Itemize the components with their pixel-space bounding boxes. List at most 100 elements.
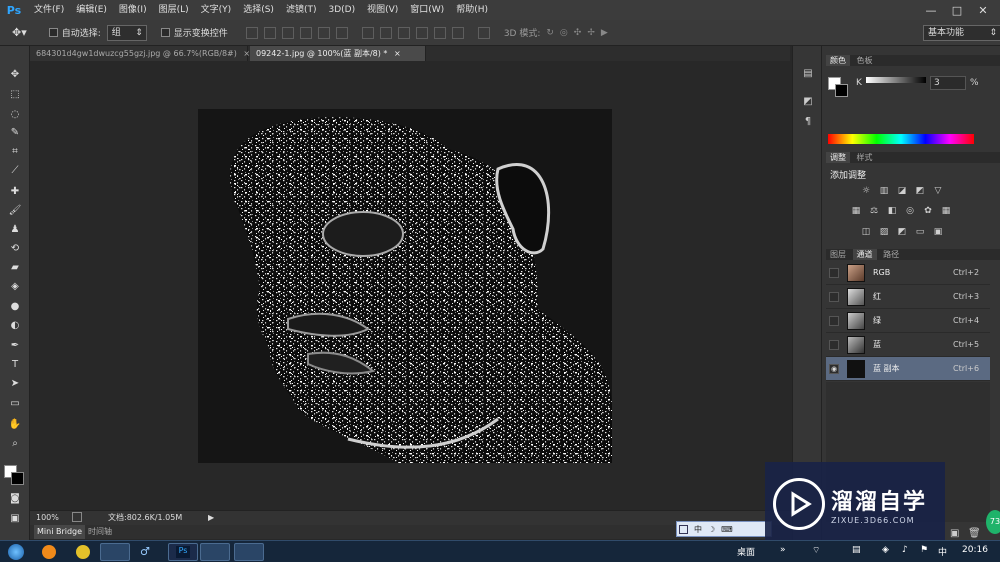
tab-layers[interactable]: 图层 — [826, 249, 850, 260]
zoom-level[interactable]: 100% — [36, 511, 59, 525]
type-tool-icon[interactable]: T — [4, 356, 26, 372]
k-value-input[interactable]: 3 — [930, 76, 966, 90]
distribute-bottom-icon[interactable] — [397, 26, 410, 39]
menu-select[interactable]: 选择(S) — [237, 0, 280, 20]
tab-color[interactable]: 颜色 — [826, 55, 850, 66]
eyedropper-tool-icon[interactable]: ⟋ — [4, 162, 26, 178]
marquee-tool-icon[interactable]: ⬚ — [4, 86, 26, 102]
k-slider[interactable] — [866, 77, 926, 83]
hue-saturation-icon[interactable]: ▦ — [850, 206, 862, 216]
channel-row-rgb[interactable]: RGB Ctrl+2 — [826, 261, 990, 285]
crop-tool-icon[interactable]: ⌗ — [4, 143, 26, 159]
distribute-vcenter-icon[interactable] — [379, 26, 392, 39]
channel-row-blue-copy[interactable]: ◉ 蓝 副本 Ctrl+6 — [826, 357, 990, 381]
notification-badge[interactable]: 73 — [986, 510, 1000, 534]
screen-mode-icon[interactable]: ▣ — [4, 510, 26, 526]
3d-rotate-icon[interactable]: ↻ — [546, 28, 554, 38]
quick-mask-icon[interactable]: ◙ — [4, 490, 26, 506]
background-color-swatch[interactable] — [835, 84, 848, 97]
stamp-tool-icon[interactable]: ♟ — [4, 221, 26, 237]
align-left-icon[interactable] — [299, 26, 312, 39]
zoom-tool-icon[interactable]: ⌕ — [4, 435, 26, 451]
photo-filter-icon[interactable]: ◎ — [904, 206, 916, 216]
desktop-label[interactable]: 桌面 — [737, 545, 755, 558]
align-vcenter-icon[interactable] — [263, 26, 276, 39]
3d-pan-icon[interactable]: ✣ — [574, 28, 582, 38]
hand-tool-icon[interactable]: ✋ — [4, 416, 26, 432]
menu-edit[interactable]: 编辑(E) — [70, 0, 113, 20]
paragraph-panel-icon[interactable]: ¶ — [801, 116, 815, 128]
distribute-right-icon[interactable] — [451, 26, 464, 39]
invert-icon[interactable]: ◫ — [860, 227, 872, 237]
quick-select-tool-icon[interactable]: ✎ — [4, 124, 26, 140]
lasso-tool-icon[interactable]: ◌ — [4, 106, 26, 122]
paint-bucket-tool-icon[interactable]: ◈ — [4, 278, 26, 294]
gradient-map-icon[interactable]: ▭ — [914, 227, 926, 237]
tab-channels[interactable]: 通道 — [852, 249, 877, 260]
selective-color-icon[interactable]: ▣ — [932, 227, 944, 237]
brightness-icon[interactable]: ☼ — [860, 186, 872, 196]
chrome-icon[interactable] — [76, 545, 90, 559]
menu-layer[interactable]: 图层(L) — [153, 0, 195, 20]
tray-arrow-icon[interactable]: » — [780, 545, 786, 555]
ime-mode-chinese[interactable]: 中 — [694, 524, 702, 535]
posterize-icon[interactable]: ▨ — [878, 227, 890, 237]
taskbar-photoshop[interactable]: Ps — [168, 543, 198, 561]
visibility-toggle[interactable] — [829, 339, 839, 350]
pen-tool-icon[interactable]: ✒ — [4, 337, 26, 353]
brush-tool-icon[interactable]: 🖌 — [4, 202, 26, 218]
taskbar-app-green[interactable] — [100, 543, 130, 561]
color-lookup-icon[interactable]: ▦ — [940, 206, 952, 216]
auto-select-dropdown[interactable]: 组 ⇕ — [106, 24, 147, 41]
menu-type[interactable]: 文字(Y) — [195, 0, 238, 20]
channel-mixer-icon[interactable]: ✿ — [922, 206, 934, 216]
status-menu-arrow[interactable]: ▶ — [208, 511, 214, 525]
history-brush-tool-icon[interactable]: ⟲ — [4, 240, 26, 256]
start-button[interactable] — [8, 544, 24, 560]
exposure-icon[interactable]: ◩ — [914, 186, 926, 196]
clock[interactable]: 20:16 — [962, 545, 988, 555]
levels-icon[interactable]: ▥ — [878, 186, 890, 196]
rectangle-tool-icon[interactable]: ▭ — [4, 395, 26, 411]
tab-styles[interactable]: 样式 — [853, 152, 877, 163]
background-color-swatch[interactable] — [11, 472, 24, 485]
visibility-toggle[interactable] — [829, 291, 839, 302]
vibrance-icon[interactable]: ▽ — [932, 186, 944, 196]
color-balance-icon[interactable]: ⚖ — [868, 206, 880, 216]
workspace-dropdown[interactable]: 基本功能 ⇕ — [923, 25, 1000, 41]
curves-icon[interactable]: ◪ — [896, 186, 908, 196]
document-canvas[interactable] — [198, 109, 612, 463]
tab-swatches[interactable]: 色板 — [853, 55, 877, 66]
healing-brush-tool-icon[interactable]: ✚ — [4, 183, 26, 199]
new-channel-icon[interactable]: ▣ — [950, 528, 959, 539]
keyboard-icon[interactable]: ⌨ — [721, 525, 733, 534]
move-tool-icon[interactable]: ✥ — [4, 66, 26, 82]
black-white-icon[interactable]: ◧ — [886, 206, 898, 216]
menu-image[interactable]: 图像(I) — [113, 0, 153, 20]
auto-align-icon[interactable] — [477, 26, 490, 39]
menu-window[interactable]: 窗口(W) — [404, 0, 450, 20]
path-select-tool-icon[interactable]: ➤ — [4, 375, 26, 391]
threshold-icon[interactable]: ◩ — [896, 227, 908, 237]
3d-slide-icon[interactable]: ✢ — [587, 28, 595, 38]
channel-row-blue[interactable]: 蓝 Ctrl+5 — [826, 333, 990, 357]
eye-icon[interactable]: ◉ — [829, 363, 839, 374]
color-spectrum-bar[interactable] — [828, 134, 974, 144]
tab-adjustments[interactable]: 调整 — [826, 152, 850, 163]
menu-3d[interactable]: 3D(D) — [322, 0, 361, 20]
menu-help[interactable]: 帮助(H) — [450, 0, 494, 20]
align-right-icon[interactable] — [335, 26, 348, 39]
align-bottom-icon[interactable] — [281, 26, 294, 39]
3d-camera-icon[interactable]: ▶ — [601, 28, 608, 38]
eraser-tool-icon[interactable]: ▰ — [4, 259, 26, 275]
show-transform-checkbox[interactable] — [160, 28, 170, 37]
maximize-button[interactable]: □ — [944, 0, 970, 20]
move-tool-icon[interactable]: ✥▾ — [12, 26, 27, 39]
ime-tray-icon[interactable]: 中 — [938, 545, 947, 558]
taskbar-explorer[interactable] — [234, 543, 264, 561]
delete-channel-icon[interactable]: 🗑 — [968, 528, 981, 539]
tab-paths[interactable]: 路径 — [879, 249, 903, 260]
media-player-icon[interactable] — [42, 545, 56, 559]
visibility-toggle[interactable] — [829, 315, 839, 326]
ime-toolbar[interactable]: 中 ☽ ⌨ — [676, 521, 772, 537]
